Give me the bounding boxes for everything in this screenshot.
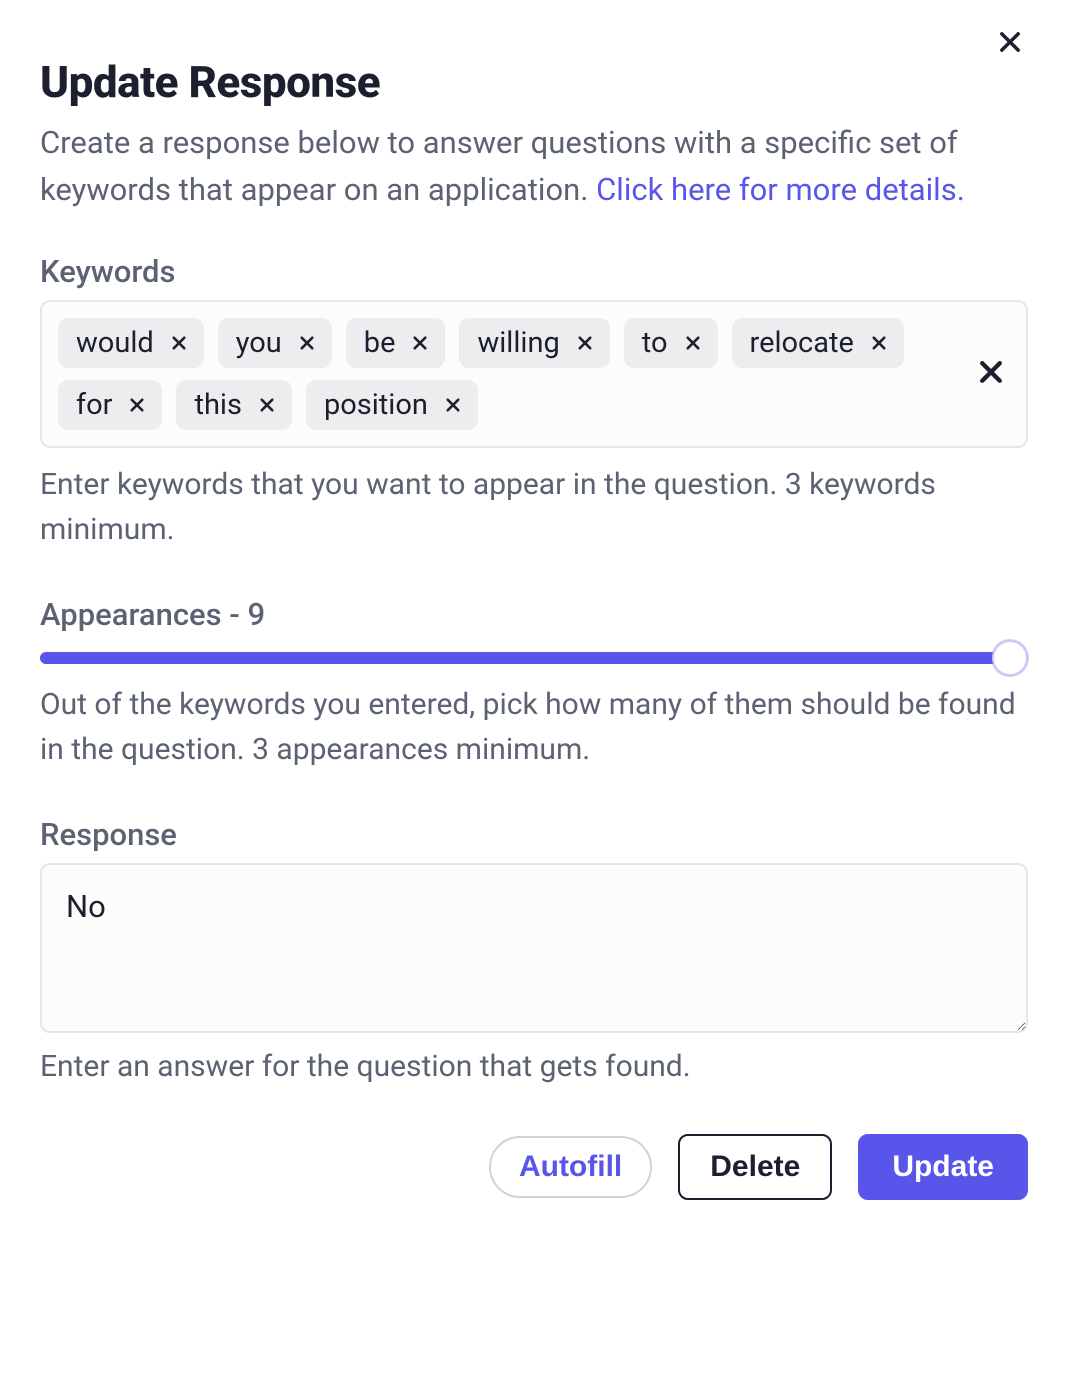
remove-keyword-button[interactable] bbox=[682, 332, 704, 354]
update-button[interactable]: Update bbox=[858, 1134, 1028, 1200]
remove-keyword-button[interactable] bbox=[868, 332, 890, 354]
remove-keyword-button[interactable] bbox=[256, 394, 278, 416]
details-link[interactable]: Click here for more details. bbox=[596, 171, 965, 208]
appearances-slider[interactable] bbox=[40, 652, 1028, 664]
keyword-tag-label: be bbox=[364, 326, 396, 360]
keyword-tag-label: for bbox=[76, 388, 112, 422]
keyword-tag: for bbox=[58, 380, 162, 430]
keyword-tag: position bbox=[306, 380, 478, 430]
close-icon bbox=[576, 326, 594, 360]
keyword-tag: you bbox=[218, 318, 332, 368]
delete-button[interactable]: Delete bbox=[678, 1134, 832, 1200]
dialog-footer: Autofill Delete Update bbox=[40, 1134, 1028, 1200]
keywords-label: Keywords bbox=[40, 253, 1028, 290]
close-button[interactable] bbox=[996, 28, 1024, 56]
keyword-tag-label: you bbox=[236, 326, 282, 360]
remove-keyword-button[interactable] bbox=[126, 394, 148, 416]
keyword-tag-label: this bbox=[194, 388, 241, 422]
keyword-tag-label: to bbox=[642, 326, 668, 360]
keywords-input[interactable]: would you be willing to relocate for this positi… bbox=[40, 300, 1028, 448]
appearances-value: 9 bbox=[248, 596, 266, 633]
keyword-tag-label: willing bbox=[477, 326, 559, 360]
close-icon bbox=[128, 388, 146, 422]
response-label: Response bbox=[40, 816, 1028, 853]
keyword-tag: willing bbox=[459, 318, 609, 368]
appearances-label: Appearances - 9 bbox=[40, 596, 1028, 633]
remove-keyword-button[interactable] bbox=[442, 394, 464, 416]
remove-keyword-button[interactable] bbox=[168, 332, 190, 354]
autofill-button[interactable]: Autofill bbox=[489, 1136, 652, 1198]
close-icon bbox=[411, 326, 429, 360]
close-icon bbox=[258, 388, 276, 422]
clear-all-keywords-button[interactable] bbox=[976, 357, 1006, 391]
keyword-tag-label: relocate bbox=[750, 326, 854, 360]
remove-keyword-button[interactable] bbox=[409, 332, 431, 354]
close-icon bbox=[976, 357, 1006, 391]
keyword-tag-label: would bbox=[76, 326, 154, 360]
keyword-tag: relocate bbox=[732, 318, 904, 368]
close-icon bbox=[298, 326, 316, 360]
response-textarea[interactable] bbox=[40, 863, 1028, 1033]
close-icon bbox=[684, 326, 702, 360]
close-icon bbox=[870, 326, 888, 360]
close-icon bbox=[170, 326, 188, 360]
dialog-title: Update Response bbox=[40, 56, 1028, 108]
close-icon bbox=[444, 388, 462, 422]
keyword-tag: to bbox=[624, 318, 718, 368]
response-helper: Enter an answer for the question that ge… bbox=[40, 1049, 1028, 1084]
update-response-dialog: Update Response Create a response below … bbox=[0, 0, 1068, 1240]
keyword-tag: this bbox=[176, 380, 291, 430]
remove-keyword-button[interactable] bbox=[574, 332, 596, 354]
keyword-tag: would bbox=[58, 318, 204, 368]
keyword-tag: be bbox=[346, 318, 446, 368]
remove-keyword-button[interactable] bbox=[296, 332, 318, 354]
keyword-tag-label: position bbox=[324, 388, 428, 422]
keywords-helper: Enter keywords that you want to appear i… bbox=[40, 462, 1028, 552]
dialog-description: Create a response below to answer questi… bbox=[40, 120, 1028, 213]
appearances-helper: Out of the keywords you entered, pick ho… bbox=[40, 682, 1028, 772]
